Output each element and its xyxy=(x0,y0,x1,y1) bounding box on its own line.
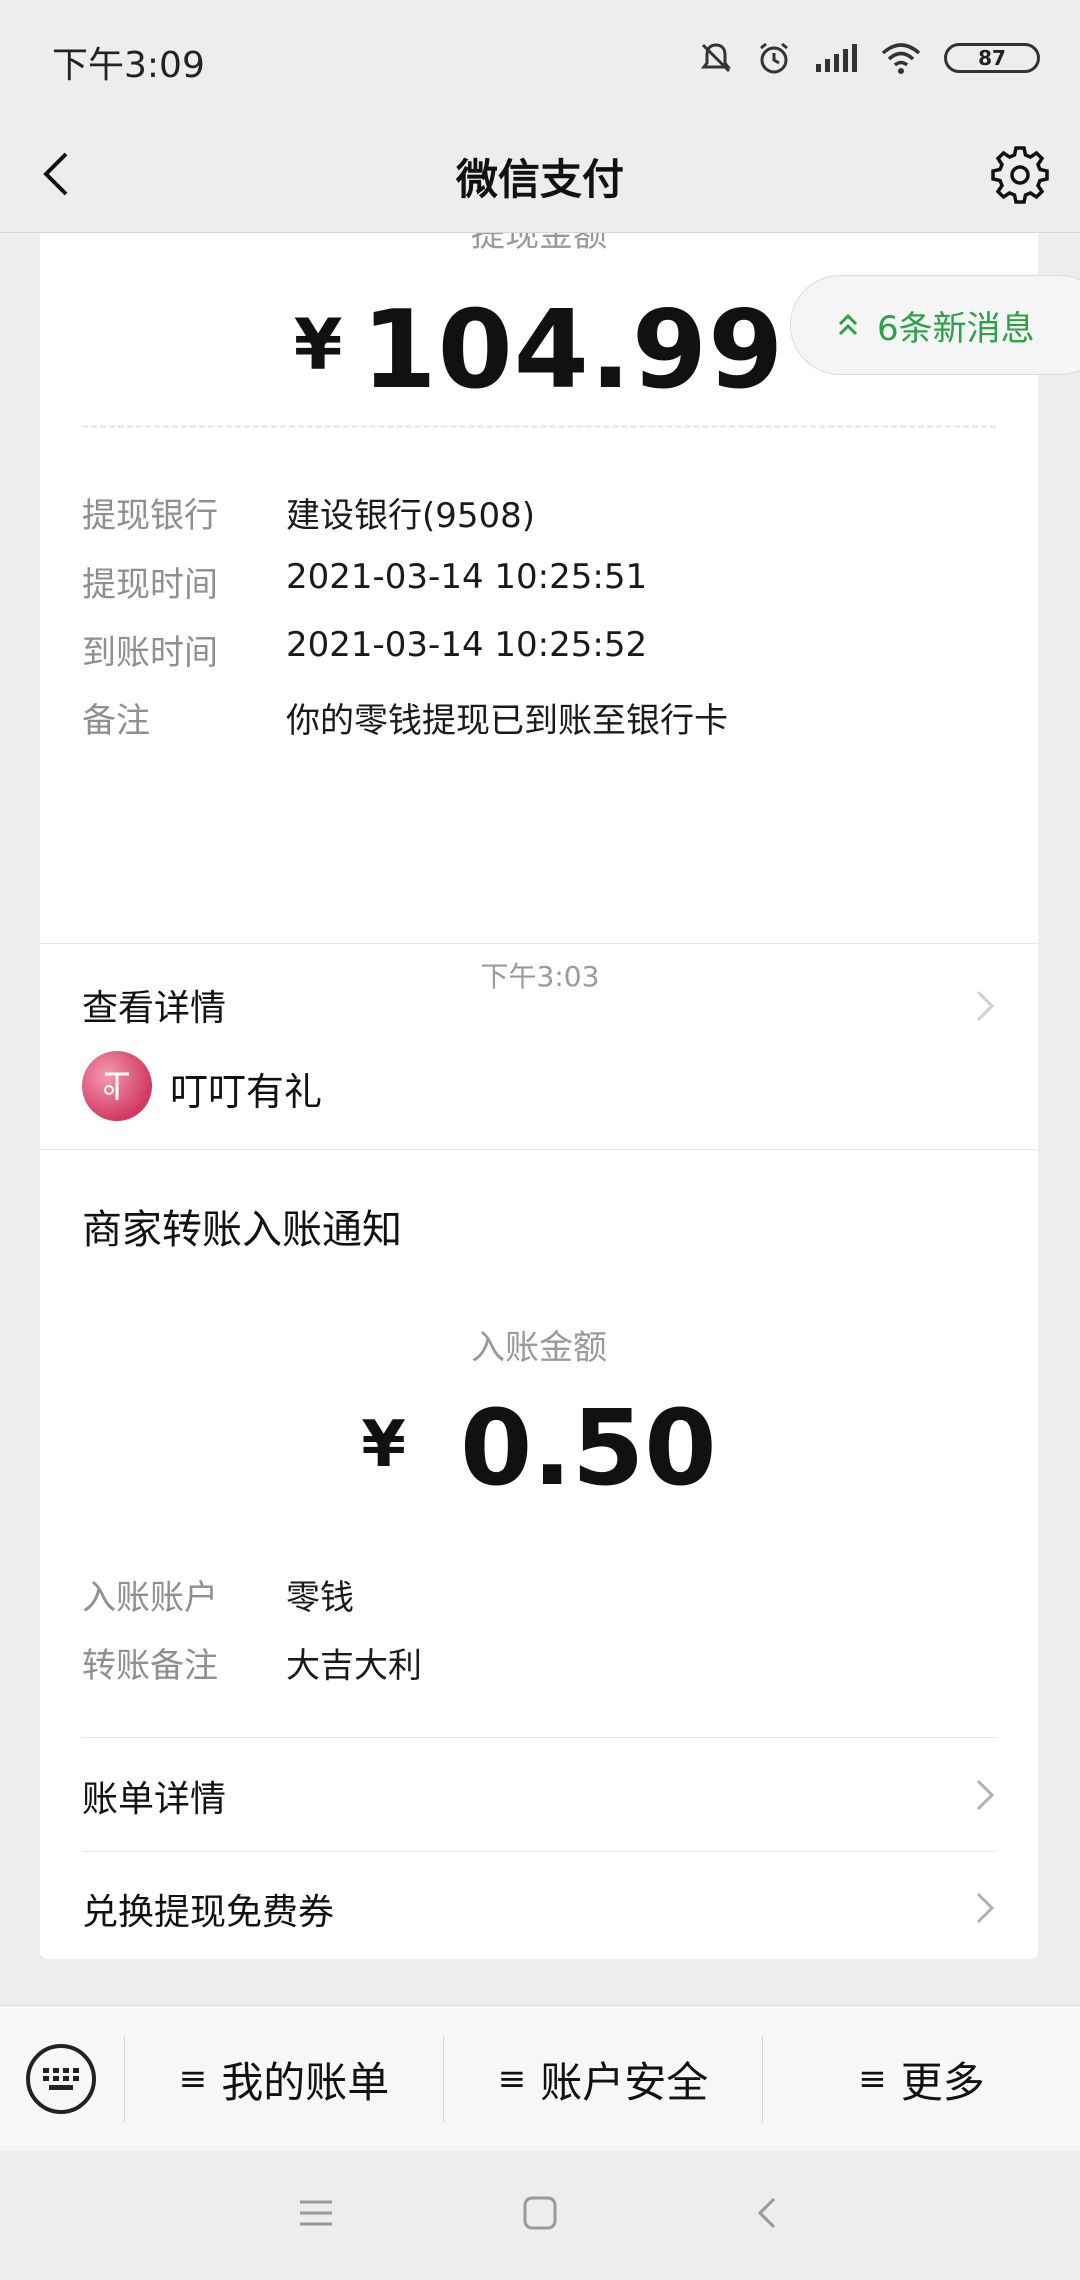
info-key: 提现银行 xyxy=(82,496,218,536)
menu-my-bills[interactable]: ≡ 我的账单 xyxy=(125,2006,443,2152)
signal-icon xyxy=(816,44,857,72)
menu-icon[interactable] xyxy=(296,2193,336,2233)
new-messages-label: 6条新消息 xyxy=(877,308,1035,349)
merchant-transfer-card[interactable]: 叮叮有礼 商家转账入账通知 入账金额 ¥0.50 入账账户 零钱 转账备注 大吉… xyxy=(40,1025,1038,1959)
wifi-icon xyxy=(881,43,921,74)
chevron-right-icon xyxy=(976,1779,995,1811)
merchant-logo-icon xyxy=(104,1072,129,1100)
dashed-divider xyxy=(82,425,996,428)
merchant-name: 叮叮有礼 xyxy=(170,1070,323,1114)
redeem-coupon-link[interactable]: 兑换提现免费券 xyxy=(82,1883,334,1935)
info-row: 入账账户 零钱 xyxy=(82,1570,354,1619)
navigation-bar: 微信支付 xyxy=(0,118,1080,233)
withdrawal-amount-value: 104.99 xyxy=(361,288,785,413)
info-row: 提现银行 建设银行(9508) xyxy=(82,488,535,537)
info-key: 备注 xyxy=(82,701,150,741)
new-messages-button[interactable]: 6条新消息 xyxy=(790,275,1080,375)
status-bar: 下午3:09 87 xyxy=(0,0,1080,118)
keyboard-icon[interactable] xyxy=(26,2044,96,2114)
currency-symbol: ¥ xyxy=(293,304,344,386)
menu-lines-icon: ≡ xyxy=(497,2059,527,2099)
info-row: 转账备注 大吉大利 xyxy=(82,1638,422,1687)
info-value: 大吉大利 xyxy=(286,1646,422,1686)
credit-amount: ¥0.50 xyxy=(40,1387,1038,1509)
mute-icon xyxy=(701,43,731,73)
menu-label: 我的账单 xyxy=(221,2057,390,2107)
merchant-header[interactable]: 叮叮有礼 xyxy=(40,1025,1038,1150)
credit-amount-label: 入账金额 xyxy=(471,1328,607,1368)
double-chevron-up-icon xyxy=(838,313,858,336)
withdrawal-amount-label: 提现金额 xyxy=(471,233,607,255)
menu-lines-icon: ≡ xyxy=(178,2059,208,2099)
info-key: 提现时间 xyxy=(82,565,218,605)
message-timestamp: 下午3:03 xyxy=(480,960,600,993)
menu-lines-icon: ≡ xyxy=(858,2059,887,2099)
info-value: 建设银行(9508) xyxy=(286,496,536,536)
info-key: 入账账户 xyxy=(82,1578,218,1618)
info-key: 到账时间 xyxy=(82,633,218,673)
info-value: 2021-03-14 10:25:52 xyxy=(286,625,648,665)
notification-title: 商家转账入账通知 xyxy=(82,1207,402,1253)
currency-symbol: ¥ xyxy=(361,1408,406,1482)
back-icon[interactable] xyxy=(748,2193,788,2233)
alarm-icon xyxy=(760,42,788,74)
info-key: 转账备注 xyxy=(82,1646,218,1686)
divider xyxy=(82,1851,996,1852)
merchant-logo xyxy=(82,1051,152,1121)
system-navigation-bar xyxy=(0,2151,1080,2280)
gear-icon[interactable] xyxy=(988,142,1052,206)
menu-account-security[interactable]: ≡ 账户安全 xyxy=(444,2006,762,2152)
bill-details-link[interactable]: 账单详情 xyxy=(82,1770,226,1822)
status-icons: 87 xyxy=(698,38,1040,78)
message-list[interactable]: 提现金额 ¥104.99 提现银行 建设银行(9508) 提现时间 2021-0… xyxy=(0,233,1080,2005)
info-value: 零钱 xyxy=(286,1578,354,1618)
divider xyxy=(82,1737,996,1738)
menu-label: 更多 xyxy=(900,2057,985,2107)
info-row: 备注 你的零钱提现已到账至银行卡 xyxy=(82,693,728,742)
bottom-menu-bar: ≡ 我的账单 ≡ 账户安全 ≡ 更多 xyxy=(0,2005,1080,2152)
status-time: 下午3:09 xyxy=(52,45,205,86)
info-value: 2021-03-14 10:25:51 xyxy=(286,557,648,597)
info-row: 到账时间 2021-03-14 10:25:52 xyxy=(82,625,647,674)
page-title: 微信支付 xyxy=(455,155,624,204)
home-icon[interactable] xyxy=(520,2193,560,2233)
chevron-right-icon xyxy=(976,1892,995,1924)
info-value: 你的零钱提现已到账至银行卡 xyxy=(286,701,728,741)
credit-amount-value: 0.50 xyxy=(459,1387,717,1509)
menu-label: 账户安全 xyxy=(540,2057,709,2107)
menu-more[interactable]: ≡ 更多 xyxy=(763,2006,1080,2152)
divider xyxy=(40,943,1038,944)
info-row: 提现时间 2021-03-14 10:25:51 xyxy=(82,557,647,606)
battery-indicator: 87 xyxy=(944,43,1040,73)
